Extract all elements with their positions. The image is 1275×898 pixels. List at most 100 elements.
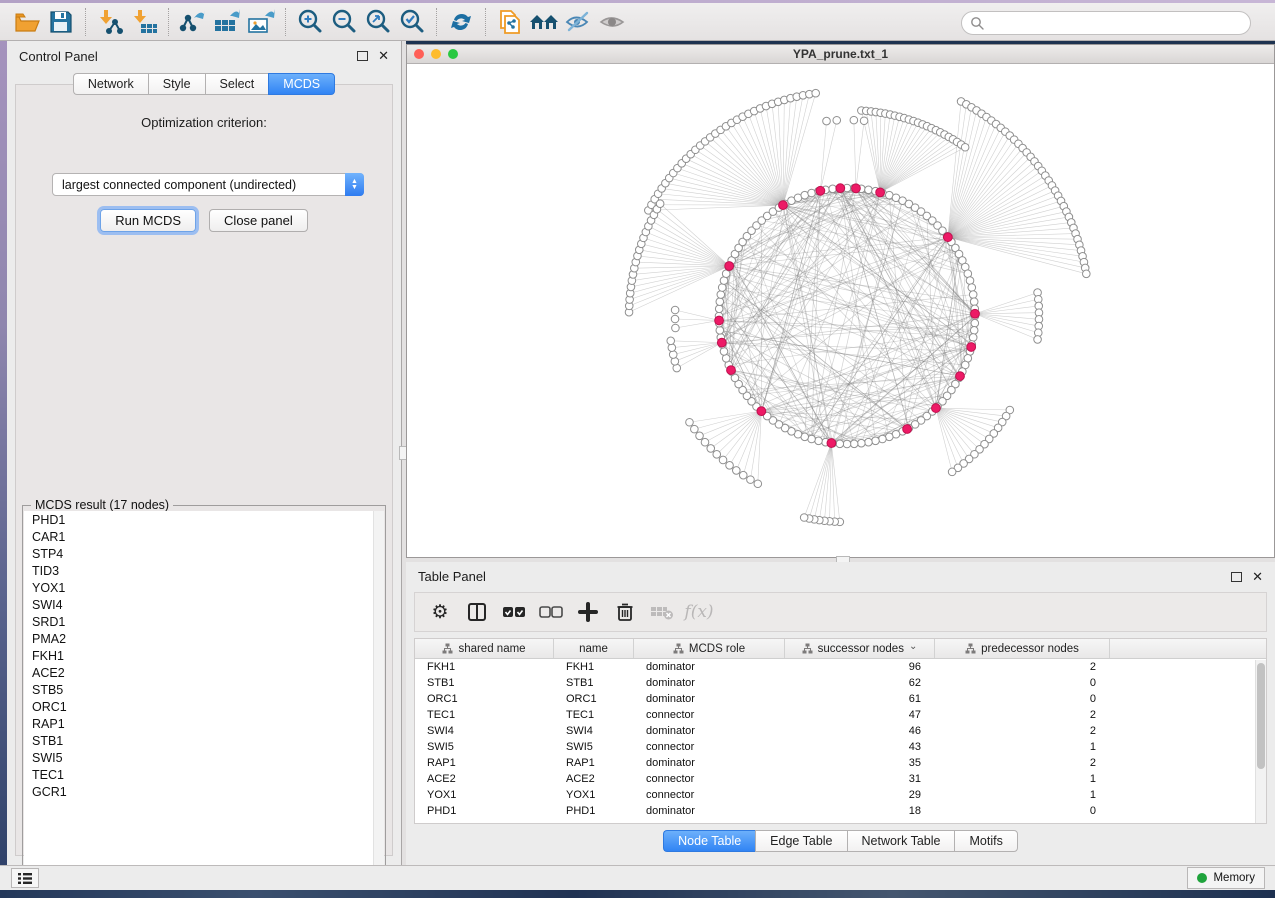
column-header-successor-nodes[interactable]: successor nodes⌄ xyxy=(785,639,935,658)
mcds-result-item[interactable]: TEC1 xyxy=(24,766,384,783)
mcds-result-item[interactable]: SRD1 xyxy=(24,613,384,630)
cell-predecessors[interactable]: 2 xyxy=(935,725,1110,737)
cell-successors[interactable]: 35 xyxy=(785,757,935,769)
unselect-all-columns-button[interactable] xyxy=(536,597,566,627)
table-scrollbar[interactable] xyxy=(1255,660,1266,824)
close-panel-icon[interactable]: ✕ xyxy=(378,51,389,61)
table-row[interactable]: FKH1FKH1dominator962 xyxy=(415,659,1266,675)
dominator-node[interactable] xyxy=(827,439,836,448)
cell-successors[interactable]: 61 xyxy=(785,693,935,705)
first-neighbors-button[interactable] xyxy=(527,6,561,38)
close-panel-icon[interactable]: ✕ xyxy=(1252,572,1263,582)
tab-style[interactable]: Style xyxy=(148,73,205,95)
cell-predecessors[interactable]: 0 xyxy=(935,677,1110,689)
tab-motifs[interactable]: Motifs xyxy=(954,830,1017,852)
cell-name[interactable]: STB1 xyxy=(554,677,634,689)
criterion-dropdown[interactable]: largest connected component (undirected)… xyxy=(52,173,364,196)
show-panels-menu-button[interactable] xyxy=(11,868,39,888)
import-network-button[interactable] xyxy=(93,6,127,38)
function-builder-button-disabled[interactable]: f(x) xyxy=(684,597,714,627)
cell-name[interactable]: FKH1 xyxy=(554,661,634,673)
cell-name[interactable]: SWI4 xyxy=(554,725,634,737)
mcds-result-item[interactable]: PHD1 xyxy=(24,511,384,528)
cell-shared_name[interactable]: FKH1 xyxy=(415,661,554,673)
cell-name[interactable]: RAP1 xyxy=(554,757,634,769)
cell-shared_name[interactable]: YOX1 xyxy=(415,789,554,801)
mcds-result-item[interactable]: YOX1 xyxy=(24,579,384,596)
cell-role[interactable]: dominator xyxy=(634,661,785,673)
tab-mcds[interactable]: MCDS xyxy=(268,73,335,95)
cell-name[interactable]: PHD1 xyxy=(554,805,634,817)
table-row[interactable]: SWI5SWI5connector431 xyxy=(415,739,1266,755)
cell-name[interactable]: YOX1 xyxy=(554,789,634,801)
import-table-button[interactable] xyxy=(127,6,161,38)
table-settings-button[interactable]: ⚙ xyxy=(425,597,455,627)
zoom-out-button[interactable] xyxy=(327,6,361,38)
mcds-result-item[interactable]: ORC1 xyxy=(24,698,384,715)
tab-edge-table[interactable]: Edge Table xyxy=(755,830,846,852)
search-input[interactable] xyxy=(989,16,1242,30)
mcds-result-item[interactable]: GCR1 xyxy=(24,783,384,800)
dominator-node[interactable] xyxy=(725,262,734,271)
column-header-MCDS-role[interactable]: MCDS role xyxy=(634,639,785,658)
close-panel-button[interactable]: Close panel xyxy=(209,209,308,232)
cell-shared_name[interactable]: ORC1 xyxy=(415,693,554,705)
network-window-titlebar[interactable]: YPA_prune.txt_1 xyxy=(407,45,1274,64)
cell-shared_name[interactable]: RAP1 xyxy=(415,757,554,769)
cell-successors[interactable]: 43 xyxy=(785,741,935,753)
save-session-button[interactable] xyxy=(44,6,78,38)
cell-predecessors[interactable]: 0 xyxy=(935,693,1110,705)
table-row[interactable]: YOX1YOX1connector291 xyxy=(415,787,1266,803)
dominator-node[interactable] xyxy=(932,404,941,413)
cell-name[interactable]: ORC1 xyxy=(554,693,634,705)
show-all-button[interactable] xyxy=(595,6,629,38)
column-header-predecessor-nodes[interactable]: predecessor nodes xyxy=(935,639,1110,658)
dominator-node[interactable] xyxy=(717,338,726,347)
mcds-result-item[interactable]: STB5 xyxy=(24,681,384,698)
tab-network[interactable]: Network xyxy=(73,73,148,95)
zoom-in-button[interactable] xyxy=(293,6,327,38)
cell-predecessors[interactable]: 2 xyxy=(935,661,1110,673)
cell-name[interactable]: TEC1 xyxy=(554,709,634,721)
cell-name[interactable]: SWI5 xyxy=(554,741,634,753)
cell-role[interactable]: dominator xyxy=(634,757,785,769)
delete-column-button[interactable] xyxy=(610,597,640,627)
mcds-result-item[interactable]: STP4 xyxy=(24,545,384,562)
zoom-fit-button[interactable] xyxy=(361,6,395,38)
mcds-result-item[interactable]: SWI5 xyxy=(24,749,384,766)
table-row[interactable]: ACE2ACE2connector311 xyxy=(415,771,1266,787)
table-row[interactable]: PHD1PHD1dominator180 xyxy=(415,803,1266,819)
cell-role[interactable]: dominator xyxy=(634,725,785,737)
dominator-node[interactable] xyxy=(852,184,861,193)
dominator-node[interactable] xyxy=(715,316,724,325)
cell-predecessors[interactable]: 1 xyxy=(935,789,1110,801)
cell-predecessors[interactable]: 2 xyxy=(935,757,1110,769)
table-row[interactable]: SWI4SWI4dominator462 xyxy=(415,723,1266,739)
cell-predecessors[interactable]: 1 xyxy=(935,741,1110,753)
tab-network-table[interactable]: Network Table xyxy=(847,830,955,852)
table-row[interactable]: RAP1RAP1dominator352 xyxy=(415,755,1266,771)
select-all-columns-button[interactable] xyxy=(499,597,529,627)
dominator-node[interactable] xyxy=(779,201,788,210)
apply-layout-button[interactable] xyxy=(444,6,478,38)
network-canvas[interactable] xyxy=(407,64,1274,557)
memory-button[interactable]: Memory xyxy=(1187,867,1265,889)
network-graph[interactable] xyxy=(407,64,1274,557)
cell-predecessors[interactable]: 2 xyxy=(935,709,1110,721)
cell-shared_name[interactable]: TEC1 xyxy=(415,709,554,721)
export-table-button[interactable] xyxy=(210,6,244,38)
mcds-result-item[interactable]: FKH1 xyxy=(24,647,384,664)
open-file-button[interactable] xyxy=(10,6,44,38)
cell-role[interactable]: connector xyxy=(634,741,785,753)
cell-shared_name[interactable]: SWI5 xyxy=(415,741,554,753)
cell-predecessors[interactable]: 0 xyxy=(935,805,1110,817)
cell-role[interactable]: connector xyxy=(634,773,785,785)
export-image-button[interactable] xyxy=(244,6,278,38)
tab-select[interactable]: Select xyxy=(205,73,269,95)
cell-successors[interactable]: 29 xyxy=(785,789,935,801)
column-header-shared-name[interactable]: shared name xyxy=(415,639,554,658)
cell-successors[interactable]: 47 xyxy=(785,709,935,721)
mcds-result-list[interactable]: PHD1CAR1STP4TID3YOX1SWI4SRD1PMA2FKH1ACE2… xyxy=(24,511,384,873)
mcds-result-item[interactable]: STB1 xyxy=(24,732,384,749)
cell-shared_name[interactable]: ACE2 xyxy=(415,773,554,785)
